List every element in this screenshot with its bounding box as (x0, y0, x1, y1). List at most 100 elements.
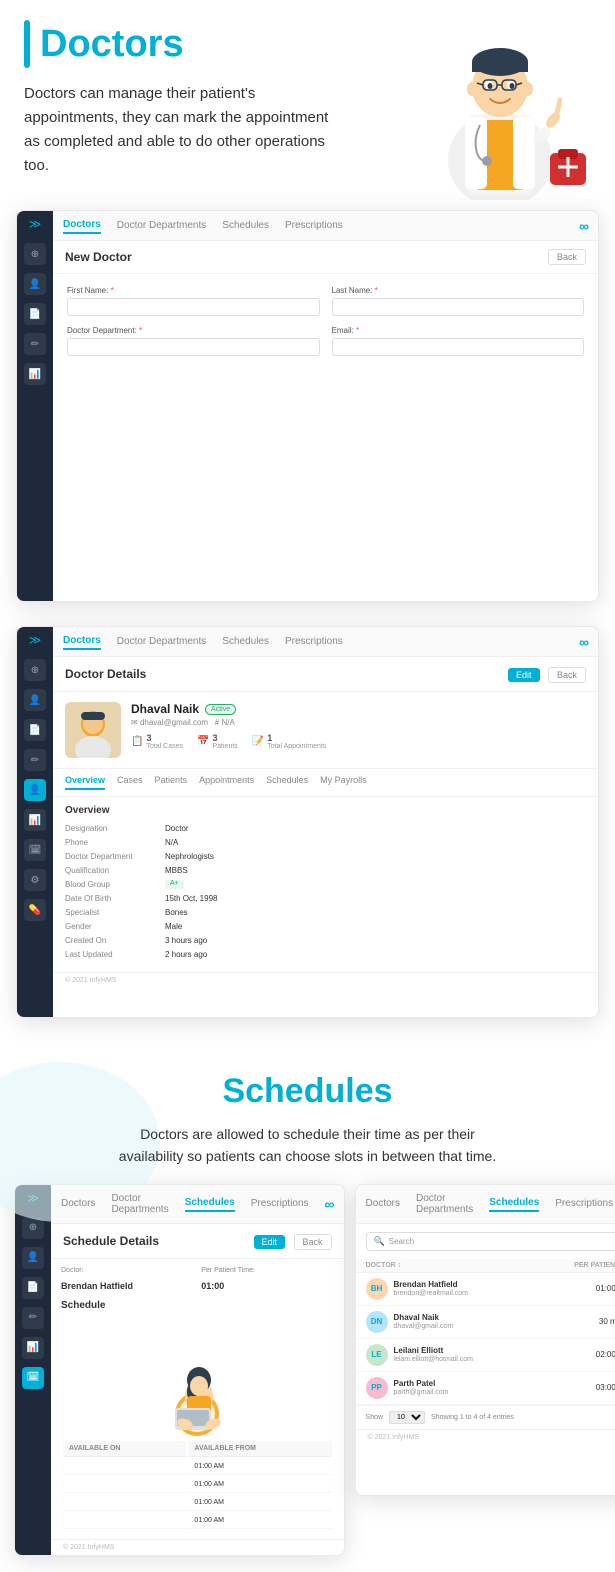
page-header-buttons: Edit Back (508, 665, 586, 683)
schedule-table: AVAILABLE ON AVAILABLE FROM 01:00 AM 01:… (61, 1439, 334, 1531)
sidebar-icon-2-9[interactable]: 💊 (24, 899, 46, 921)
avail-on-3 (63, 1495, 186, 1511)
doctor-list-item-4[interactable]: PP Parth Patel parth@gmail.com 03:00 hou… (356, 1372, 615, 1405)
doctor-name-3: Leilani Elliott (394, 1346, 473, 1356)
sidebar-icon-3-3[interactable]: 📄 (22, 1277, 44, 1299)
search-bar[interactable]: 🔍 Search (366, 1232, 615, 1251)
footer-1: © 2021 InfyHMS (53, 972, 598, 988)
sched-section-title: Schedule (61, 1300, 334, 1311)
sidebar-icon-2-3[interactable]: 📄 (24, 719, 46, 741)
sidebar-icon-2-6[interactable]: 📊 (24, 809, 46, 831)
back-button-1[interactable]: Back (548, 249, 586, 265)
search-icon: 🔍 (374, 1236, 385, 1247)
tab-sched-2[interactable]: Schedules (222, 634, 269, 649)
overview-row: Created On3 hours ago (65, 936, 586, 945)
tab-presc-3[interactable]: Prescriptions (251, 1196, 309, 1211)
sidebar-icon-2-2[interactable]: 👤 (24, 689, 46, 711)
doctor-name-1: Brendan Hatfield (394, 1280, 468, 1290)
tab-sched-4[interactable]: Schedules (489, 1195, 539, 1212)
tab-sched-3[interactable]: Schedules (185, 1195, 235, 1212)
doctor-illustration (405, 5, 595, 200)
doctor-list-item-2[interactable]: DN Dhaval Naik dhaval@gmail.com 30 minut… (356, 1306, 615, 1339)
subtab-appointments[interactable]: Appointments (199, 775, 254, 790)
form-group-dept: Doctor Department: * (67, 326, 320, 356)
sub-tabs: Overview Cases Patients Appointments Sch… (53, 769, 598, 797)
doctor-email-4: parth@gmail.com (394, 1389, 449, 1396)
sched-time-label: Per Patient Time: (201, 1267, 333, 1274)
sidebar-icon-2-5[interactable]: 👤 (24, 779, 46, 801)
sidebar-icon-2[interactable]: 👤 (24, 273, 46, 295)
sched-row: 01:00 AM (63, 1459, 332, 1475)
sidebar-arrow[interactable]: ≫ (29, 217, 42, 231)
input-email[interactable] (332, 338, 585, 356)
subtab-schedules[interactable]: Schedules (266, 775, 308, 790)
sidebar-icon-3-2[interactable]: 👤 (22, 1247, 44, 1269)
sidebar-icon-2-8[interactable]: ⚙ (24, 869, 46, 891)
sidebar-icon-3-5[interactable]: 📊 (22, 1337, 44, 1359)
sidebar-icon-2-7[interactable]: 🗓 (24, 839, 46, 861)
page-header-btns-3: Edit Back (254, 1232, 332, 1250)
page-title-2: Doctor Details (65, 667, 146, 681)
sidebar-icon-2-4[interactable]: ✏ (24, 749, 46, 771)
avatar-1: BH (366, 1278, 388, 1300)
avail-from-3: 01:00 AM (188, 1495, 331, 1511)
edit-button[interactable]: Edit (508, 668, 540, 682)
sidebar-icon-3[interactable]: 📄 (24, 303, 46, 325)
tab-presc-2[interactable]: Prescriptions (285, 634, 343, 649)
back-sched-btn[interactable]: Back (294, 1234, 332, 1250)
sidebar-arrow-2[interactable]: ≫ (29, 633, 42, 647)
subtab-payrolls[interactable]: My Payrolls (320, 775, 367, 790)
stat-patients-label: Patients (212, 743, 237, 750)
sidebar-1: ≫ ⊕ 👤 📄 ✏ 📊 (17, 211, 53, 601)
page-title-3: Schedule Details (63, 1234, 159, 1248)
subtab-overview[interactable]: Overview (65, 775, 105, 790)
sidebar-icon-4[interactable]: ✏ (24, 333, 46, 355)
edit-sched-btn[interactable]: Edit (254, 1235, 286, 1249)
key-dept: Doctor Department (65, 852, 165, 861)
doctor-info: Dhaval Naik Active ✉ dhaval@gmail.com # … (131, 702, 586, 750)
subtab-patients[interactable]: Patients (155, 775, 188, 790)
subtab-cases[interactable]: Cases (117, 775, 143, 790)
val-designation: Doctor (165, 824, 189, 833)
entries-select[interactable]: 10 (389, 1411, 425, 1424)
sidebar-icon-5[interactable]: 📊 (24, 363, 46, 385)
sidebar-icon-3-4[interactable]: ✏ (22, 1307, 44, 1329)
tab-sched-1[interactable]: Schedules (222, 218, 269, 233)
key-gender: Gender (65, 922, 165, 931)
val-updated: 2 hours ago (165, 950, 207, 959)
input-dept[interactable] (67, 338, 320, 356)
sched-doctor-group: Doctor: Brendan Hatfield (61, 1267, 193, 1294)
col-time-header: PER PATIENT TIME (547, 1262, 615, 1269)
overview-row: Date Of Birth15th Oct, 1998 (65, 894, 586, 903)
stat-appointments-label: Total Appointments (267, 743, 326, 750)
sidebar-icon-3-6[interactable]: 🗓 (22, 1367, 44, 1389)
tab-presc-4[interactable]: Prescriptions (555, 1196, 613, 1211)
sched-row: 01:00 AM (63, 1495, 332, 1511)
search-input[interactable]: Search (389, 1237, 414, 1246)
tab-doctors-4[interactable]: Doctors (366, 1196, 400, 1211)
tab-dept-3[interactable]: Doctor Departments (111, 1191, 168, 1217)
input-firstname[interactable] (67, 298, 320, 316)
tab-doctors-1[interactable]: Doctors (63, 217, 101, 234)
doctor-list-item-1[interactable]: BH Brendan Hatfield brendon@realtmail.co… (356, 1273, 615, 1306)
back-button-2[interactable]: Back (548, 667, 586, 683)
tab-dept-4[interactable]: Doctor Departments (416, 1191, 473, 1217)
overview-row: DesignationDoctor (65, 824, 586, 833)
sidebar-icon-1[interactable]: ⊕ (24, 243, 46, 265)
nav-tabs-1: Doctors Doctor Departments Schedules Pre… (53, 211, 598, 241)
tab-doctors-2[interactable]: Doctors (63, 633, 101, 650)
schedules-hero: Schedules Doctors are allowed to schedul… (0, 1042, 615, 1184)
main-content-1: Doctors Doctor Departments Schedules Pre… (53, 211, 598, 601)
tab-dept-2[interactable]: Doctor Departments (117, 634, 206, 649)
sidebar-icon-2-1[interactable]: ⊕ (24, 659, 46, 681)
doctor-list-item-3[interactable]: LE Leilani Elliott lelani.elliott@hotmai… (356, 1339, 615, 1372)
schedule-form-content: Doctors Doctor Departments Schedules Pre… (51, 1185, 344, 1555)
tab-doctors-3[interactable]: Doctors (61, 1196, 95, 1211)
tab-presc-1[interactable]: Prescriptions (285, 218, 343, 233)
sched-form-row-1: Doctor: Brendan Hatfield Per Patient Tim… (61, 1267, 334, 1294)
footer-sched-left: © 2021 InfyHMS (51, 1539, 344, 1555)
doctor-email-1: brendon@realtmail.com (394, 1290, 468, 1297)
val-dept: Nephrologists (165, 852, 214, 861)
input-lastname[interactable] (332, 298, 585, 316)
tab-dept-1[interactable]: Doctor Departments (117, 218, 206, 233)
